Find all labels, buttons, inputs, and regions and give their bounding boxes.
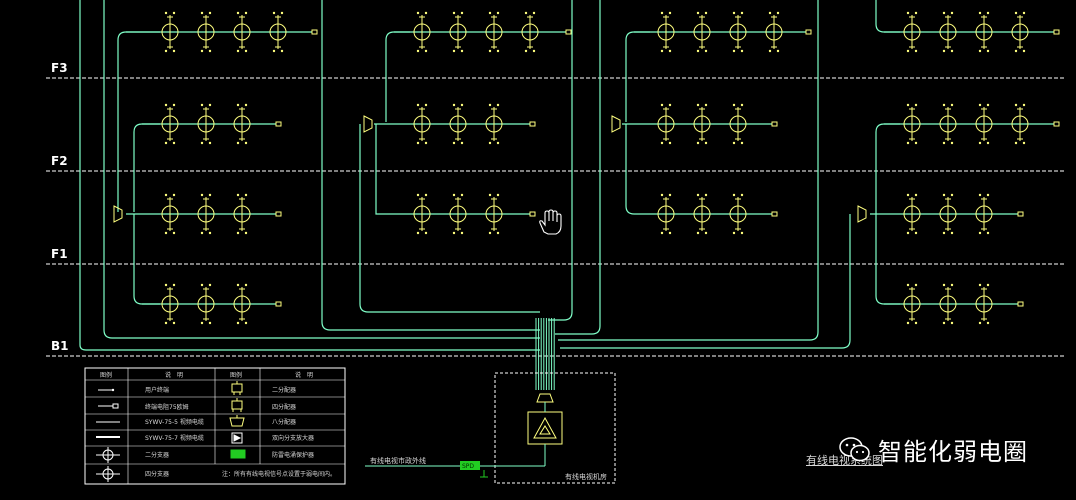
two-way-tap-symbol <box>96 447 120 463</box>
watermark-text: 智能化弱电圈 <box>878 438 1028 466</box>
legend-left-item-5: 二分支器 <box>145 451 169 459</box>
legend-header-2: 说 明 <box>165 371 183 379</box>
four-way-tap-symbol <box>96 466 120 482</box>
terminal-resistor <box>1053 121 1060 127</box>
hand-cursor-icon <box>539 209 562 235</box>
watermark: 智能化弱电圈 <box>838 432 1028 467</box>
terminal-resistor <box>275 301 282 307</box>
device-group <box>113 11 1060 325</box>
cable-run <box>625 124 635 215</box>
cable-run <box>875 123 900 214</box>
cable-run <box>133 123 160 212</box>
amplifier-symbol <box>231 432 243 444</box>
splitter-symbol <box>363 115 373 133</box>
cable-run <box>875 0 900 33</box>
legend-right-item-3: 八分配器 <box>272 418 296 426</box>
cable-run <box>375 124 384 215</box>
legend-note: 注：所有有线电视信号点设置于弱电间内。 <box>222 470 336 478</box>
terminal-resistor <box>805 29 812 35</box>
cable-run <box>321 0 540 331</box>
cable-run <box>875 214 900 305</box>
user-terminal-symbol <box>98 388 115 392</box>
headend-room: SPD 有线电视市政外线 有线电视机房 <box>365 372 616 484</box>
legend-left-item-4: SYWV-75-7 视频电缆 <box>145 434 204 442</box>
terminal-resistor <box>529 121 536 127</box>
terminal-resistor <box>1017 211 1024 217</box>
floor-labels: F3 F2 F1 B1 <box>51 61 69 353</box>
two-way-splitter-symbol <box>231 381 243 395</box>
legend-right-item-1: 二分配器 <box>272 386 296 394</box>
surge-protector-symbol <box>230 449 246 459</box>
legend-left-item-2: 终端电阻75欧姆 <box>145 403 189 411</box>
cable-run <box>548 0 573 321</box>
legend-left-item-6: 四分支器 <box>145 470 169 478</box>
terminal-resistor <box>529 211 536 217</box>
floor-label: F2 <box>51 154 68 168</box>
terminal-resistor <box>1017 301 1024 307</box>
room-label: 有线电视机房 <box>565 472 607 481</box>
cable-run <box>79 0 540 351</box>
splitter-symbol <box>113 205 123 223</box>
terminal-resistor <box>771 211 778 217</box>
terminal-resistor <box>275 121 282 127</box>
cable-run <box>385 31 410 122</box>
four-way-splitter-symbol <box>231 398 243 412</box>
splitter-symbol <box>857 205 867 223</box>
cable-run <box>555 0 601 335</box>
terminal-resistor <box>565 29 572 35</box>
legend-right-item-2: 四分配器 <box>272 403 296 411</box>
terminal-resistor <box>311 29 318 35</box>
floor-label: B1 <box>51 339 69 353</box>
legend-left-item-3: SYWV-75-5 视频电缆 <box>145 418 204 426</box>
cable-tv-system-diagram: F3 F2 F1 B1 图例 说 明 图例 说 明 用户终端 终端电阻75欧姆 SYW… <box>46 0 1066 485</box>
legend-left-item-1: 用户终端 <box>145 386 169 394</box>
terminal-resistor <box>275 211 282 217</box>
legend-header-3: 图例 <box>230 371 242 379</box>
legend-table: 图例 说 明 图例 说 明 用户终端 终端电阻75欧姆 SYWV-75-5 视频… <box>84 367 346 485</box>
eight-way-splitter-symbol <box>229 415 245 427</box>
terminal-resistor <box>771 121 778 127</box>
cable-run <box>133 214 160 305</box>
cable-run <box>359 124 540 313</box>
cable-run <box>625 31 650 122</box>
terminal-resistor <box>1053 29 1060 35</box>
floor-label: F1 <box>51 247 68 261</box>
incoming-line-label: 有线电视市政外线 <box>370 456 426 465</box>
legend-right-item-4: 双向分支放大器 <box>272 434 314 442</box>
legend-header-4: 说 明 <box>295 371 313 379</box>
splitter-symbol <box>611 115 621 133</box>
terminal-resistor-symbol <box>98 403 119 409</box>
cable-run <box>117 31 160 212</box>
spd-label: SPD <box>462 463 474 470</box>
legend-header-1: 图例 <box>100 371 112 379</box>
legend-right-item-5: 防雷电涌保护器 <box>272 451 314 459</box>
floor-label: F3 <box>51 61 68 75</box>
wechat-icon <box>839 436 870 461</box>
cable-run <box>560 214 851 349</box>
